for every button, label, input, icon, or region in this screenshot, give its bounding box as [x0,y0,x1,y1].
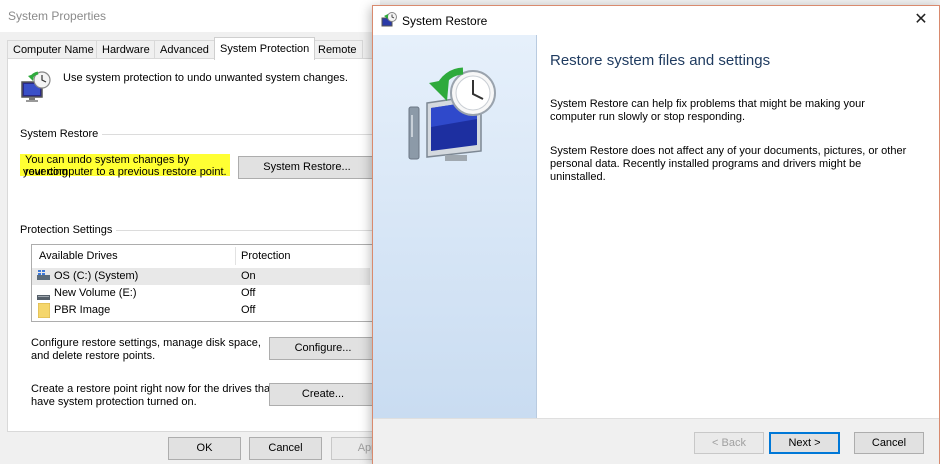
cancel-button[interactable]: Cancel [854,432,924,454]
create-description-line-1: Create a restore point right now for the… [31,383,274,395]
drive-name: OS (C:) (System) [54,270,139,282]
tab-hardware[interactable]: Hardware [96,40,156,59]
drive-name: New Volume (E:) [54,287,137,299]
highlighted-restore-text: You can undo system changes by reverting… [20,154,230,178]
protection-settings-divider [114,230,378,231]
drive-row[interactable]: New Volume (E:) Off [32,285,370,302]
system-restore-illustration-icon [403,67,503,167]
sr-titlebar: System Restore ✕ [373,6,939,35]
system-drive-icon [37,270,50,282]
system-restore-divider [98,134,378,135]
restore-heading: Restore system files and settings [550,52,771,69]
drive-protection-status: Off [241,304,256,316]
col-header-protection[interactable]: Protection [241,245,291,267]
hard-drive-icon [37,290,50,300]
cancel-button[interactable]: Cancel [249,437,322,460]
column-divider [235,247,236,265]
create-description: Create a restore point right now for the… [31,383,273,409]
tab-advanced[interactable]: Advanced [154,40,215,59]
sp-titlebar: System Properties [0,0,380,32]
restore-paragraph-2: System Restore does not affect any of yo… [550,145,907,183]
intro-text: Use system protection to undo unwanted s… [63,72,348,84]
create-button[interactable]: Create... [269,383,377,406]
next-button[interactable]: Next > [769,432,840,454]
protection-settings-group-label: Protection Settings [20,224,117,236]
back-button[interactable]: < Back [694,432,764,454]
system-restore-dialog: System Restore ✕ Restore system files an… [372,5,940,464]
close-icon[interactable]: ✕ [910,10,932,30]
drive-row[interactable]: OS (C:) (System) On [32,268,370,285]
tab-remote[interactable]: Remote [312,40,363,59]
sr-window-title: System Restore [402,14,488,28]
system-restore-title-icon [381,12,397,28]
restore-paragraph-1: System Restore can help fix problems tha… [550,98,865,123]
tab-computer-name[interactable]: Computer Name [7,40,100,59]
drives-list[interactable]: Available Drives Protection OS (C:) (Sys… [31,244,373,322]
configure-description-line-2: and delete restore points. [31,350,156,362]
restore-content-panel: Restore system files and settings System… [537,35,939,418]
restore-banner-panel [373,35,537,418]
drive-protection-status: Off [241,287,256,299]
system-protection-icon [20,70,54,104]
restore-description-line-2: your computer to a previous restore poin… [23,166,227,178]
configure-description: Configure restore settings, manage disk … [31,337,261,363]
create-description-line-2: have system protection turned on. [31,396,197,408]
restore-footer: < Back Next > Cancel [373,418,939,464]
system-restore-group-label: System Restore [20,128,103,140]
drive-name: PBR Image [54,304,111,316]
configure-description-line-1: Configure restore settings, manage disk … [31,337,261,349]
col-header-available-drives[interactable]: Available Drives [39,245,118,267]
drive-protection-status: On [241,270,256,282]
ok-button[interactable]: OK [168,437,241,460]
folder-drive-icon [37,302,51,319]
sp-window-title: System Properties [8,9,107,23]
configure-button[interactable]: Configure... [269,337,377,360]
tab-system-protection[interactable]: System Protection [214,37,316,60]
drive-row[interactable]: PBR Image Off [32,302,370,319]
system-restore-button[interactable]: System Restore... [238,156,376,179]
